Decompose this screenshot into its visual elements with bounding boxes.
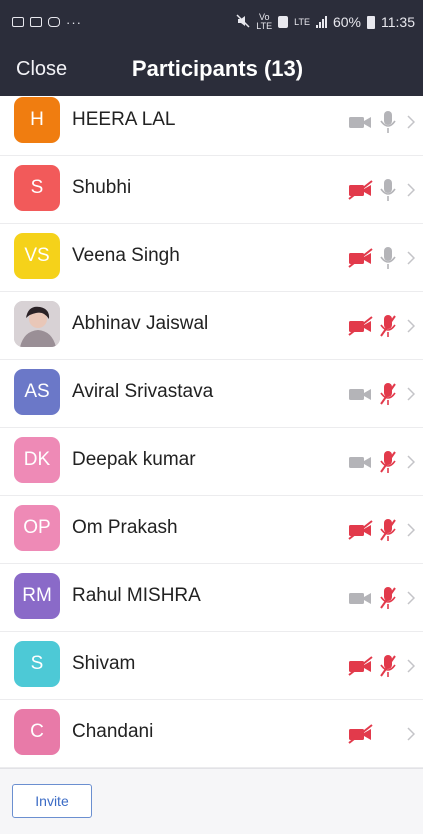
battery-icon <box>367 15 375 29</box>
avatar: S <box>14 641 60 687</box>
more-dots-icon: ··· <box>66 14 82 30</box>
chevron-right-icon[interactable] <box>407 659 415 673</box>
participant-status-icons <box>347 518 415 542</box>
video-icon <box>347 384 375 404</box>
signal-icon <box>315 16 327 28</box>
avatar-photo <box>14 301 60 347</box>
mic-muted-icon <box>379 586 397 610</box>
notification-icon <box>12 17 24 27</box>
mic-muted-icon <box>379 382 397 406</box>
mic-icon <box>379 246 397 270</box>
sim-icon <box>278 16 289 28</box>
participant-status-icons <box>347 586 415 610</box>
gallery-icon <box>30 17 42 27</box>
participant-row[interactable]: S Shivam <box>0 632 423 700</box>
video-off-icon <box>347 316 375 336</box>
video-off-icon <box>347 724 375 744</box>
chevron-right-icon[interactable] <box>407 455 415 469</box>
chevron-right-icon[interactable] <box>407 183 415 197</box>
avatar: OP <box>14 505 60 551</box>
video-icon <box>347 112 375 132</box>
lte-signal-label: LTE <box>294 16 310 27</box>
footer-bar: Invite <box>0 768 423 834</box>
chevron-right-icon[interactable] <box>407 523 415 537</box>
avatar: AS <box>14 369 60 415</box>
video-off-icon <box>347 180 375 200</box>
participant-name: Veena Singh <box>72 245 180 266</box>
page-title: Participants (13) <box>131 56 304 81</box>
video-icon <box>347 588 375 608</box>
youtube-icon <box>48 17 60 27</box>
mic-icon <box>379 110 397 134</box>
mic-muted-icon <box>379 518 397 542</box>
video-off-icon <box>347 656 375 676</box>
chevron-right-icon[interactable] <box>407 591 415 605</box>
volte-icon: Vo LTE <box>256 12 273 31</box>
participant-row[interactable]: C Chandani <box>0 700 423 768</box>
participant-status-icons <box>347 314 415 338</box>
avatar: DK <box>14 437 60 483</box>
participant-status-icons <box>347 654 415 678</box>
participant-row[interactable]: DK Deepak kumar <box>0 428 423 496</box>
avatar: S <box>14 165 60 211</box>
participant-row[interactable]: VS Veena Singh <box>0 224 423 292</box>
mic-muted-icon <box>379 654 397 678</box>
mute-icon <box>236 13 250 31</box>
participant-name: Om Prakash <box>72 517 178 538</box>
mic-muted-icon <box>379 450 397 474</box>
invite-button[interactable]: Invite <box>12 784 92 818</box>
clock: 11:35 <box>381 14 415 30</box>
chevron-right-icon[interactable] <box>407 387 415 401</box>
participant-name: Aviral Srivastava <box>72 381 214 402</box>
participant-name: Shubhi <box>72 177 132 198</box>
participant-status-icons <box>347 722 415 746</box>
participant-name: Deepak kumar <box>72 449 196 470</box>
battery-percent: 60% <box>332 14 361 30</box>
participant-row[interactable]: Abhinav Jaiswal <box>0 292 423 360</box>
status-bar-left: ··· <box>12 15 82 30</box>
avatar: H <box>14 97 60 143</box>
participant-row[interactable]: RM Rahul MISHRA <box>0 564 423 632</box>
status-bar-right: Vo LTE LTE 60% 11:35 <box>236 13 415 31</box>
video-off-icon <box>347 520 375 540</box>
video-off-icon <box>347 248 375 268</box>
participant-name: Rahul MISHRA <box>72 585 201 606</box>
participant-list: H HEERA LAL S Shubhi VS Veena Singh Abhinav Ja… <box>0 96 423 768</box>
participant-name: Chandani <box>72 721 154 742</box>
participant-row[interactable]: AS Aviral Srivastava <box>0 360 423 428</box>
participant-name: Abhinav Jaiswal <box>72 313 209 334</box>
participant-status-icons <box>347 110 415 134</box>
video-icon <box>347 452 375 472</box>
participant-status-icons <box>347 178 415 202</box>
chevron-right-icon[interactable] <box>407 115 415 129</box>
chevron-right-icon[interactable] <box>407 251 415 265</box>
avatar: C <box>14 709 60 755</box>
participant-name: Shivam <box>72 653 136 674</box>
participant-status-icons <box>347 450 415 474</box>
avatar: RM <box>14 573 60 619</box>
chevron-right-icon[interactable] <box>407 319 415 333</box>
participant-row[interactable]: H HEERA LAL <box>0 96 423 156</box>
participant-row[interactable]: S Shubhi <box>0 156 423 224</box>
participant-status-icons <box>347 246 415 270</box>
avatar: VS <box>14 233 60 279</box>
participants-header: Close Participants (13) <box>0 44 423 96</box>
participant-name: HEERA LAL <box>72 109 176 130</box>
participant-row[interactable]: OP Om Prakash <box>0 496 423 564</box>
participant-status-icons <box>347 382 415 406</box>
chevron-right-icon[interactable] <box>407 727 415 741</box>
status-bar: ··· Vo LTE LTE 60% 11:35 <box>0 0 423 44</box>
mic-muted-icon <box>379 314 397 338</box>
mic-icon <box>379 178 397 202</box>
